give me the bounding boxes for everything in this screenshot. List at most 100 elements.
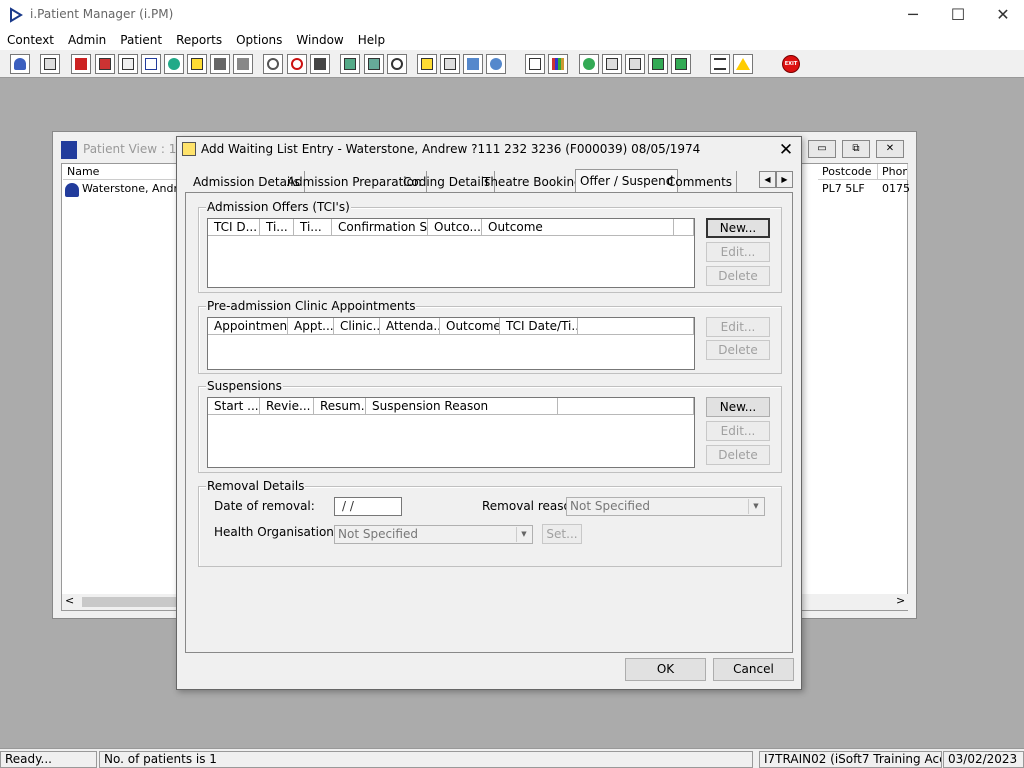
toolbar-check-4-icon[interactable] xyxy=(671,54,691,74)
admission-offer-new-button[interactable]: New... xyxy=(706,218,770,238)
column-header-outcome[interactable]: Outcome xyxy=(482,219,674,236)
toolbar-book-icon[interactable] xyxy=(71,54,91,74)
toolbar-page-icon[interactable] xyxy=(525,54,545,74)
column-header-spare[interactable] xyxy=(578,318,694,335)
toolbar-transport-icon[interactable] xyxy=(486,54,506,74)
patient-view-restore-button[interactable]: ⧉ xyxy=(842,140,870,158)
patient-row-postcode[interactable]: PL7 5LF xyxy=(822,182,865,195)
scroll-right-icon[interactable]: > xyxy=(896,594,905,607)
column-header-spare[interactable] xyxy=(674,219,694,236)
column-header-time-1[interactable]: Ti... xyxy=(260,219,294,236)
scroll-thumb[interactable] xyxy=(82,597,177,607)
column-header-name[interactable]: Name xyxy=(63,164,178,180)
suspensions-list[interactable]: Start ... Revie... Resum... Suspension R… xyxy=(207,397,695,468)
toolbar-transfer-icon[interactable] xyxy=(463,54,483,74)
column-header-review[interactable]: Revie... xyxy=(260,398,314,415)
toolbar-patient-icon[interactable] xyxy=(10,54,30,74)
column-header-spare[interactable] xyxy=(558,398,694,415)
maximize-button[interactable]: ☐ xyxy=(935,0,981,30)
column-header-confirmation-status[interactable]: Confirmation St... xyxy=(332,219,428,236)
menu-context[interactable]: Context xyxy=(0,30,61,50)
tab-scroll-left-icon[interactable]: ◀ xyxy=(759,171,776,188)
toolbar-waiting-list-icon[interactable] xyxy=(417,54,437,74)
tab-scroll-right-icon[interactable]: ▶ xyxy=(776,171,793,188)
column-header-suspension-reason[interactable]: Suspension Reason xyxy=(366,398,558,415)
column-header-attendance[interactable]: Attenda... xyxy=(380,318,440,335)
toolbar: EXIT xyxy=(0,50,1024,78)
patient-view-close-button[interactable]: ✕ xyxy=(876,140,904,158)
suspension-edit-button[interactable]: Edit... xyxy=(706,421,770,441)
close-app-button[interactable]: ✕ xyxy=(980,0,1024,30)
dialog-title: Add Waiting List Entry - Waterstone, And… xyxy=(201,142,701,156)
toolbar-globe-icon[interactable] xyxy=(579,54,599,74)
column-header-start[interactable]: Start ... xyxy=(208,398,260,415)
health-organisation-set-button[interactable]: Set... xyxy=(542,524,582,544)
cancel-button[interactable]: Cancel xyxy=(713,658,794,681)
column-header-phone[interactable]: Phon xyxy=(878,164,908,180)
menu-help[interactable]: Help xyxy=(351,30,392,50)
pre-admission-edit-button[interactable]: Edit... xyxy=(706,317,770,337)
column-header-tci-date[interactable]: TCI D... xyxy=(208,219,260,236)
toolbar-chart-icon[interactable] xyxy=(548,54,568,74)
toolbar-list-icon[interactable] xyxy=(210,54,230,74)
menu-reports[interactable]: Reports xyxy=(169,30,229,50)
suspension-delete-button[interactable]: Delete xyxy=(706,445,770,465)
toolbar-printer-icon[interactable] xyxy=(40,54,60,74)
admission-offer-delete-button[interactable]: Delete xyxy=(706,266,770,286)
column-header-appointment[interactable]: Appointment xyxy=(208,318,288,335)
toolbar-edit-icon[interactable] xyxy=(187,54,207,74)
tab-comments[interactable]: Comments xyxy=(663,171,738,193)
column-header-appt[interactable]: Appt... xyxy=(288,318,334,335)
app-logo-icon xyxy=(10,7,23,23)
toolbar-document-icon[interactable] xyxy=(118,54,138,74)
pre-admission-list[interactable]: Appointment Appt... Clinic... Attenda...… xyxy=(207,317,695,370)
column-header-outcome-short[interactable]: Outco... xyxy=(428,219,482,236)
admission-offers-list[interactable]: TCI D... Ti... Ti... Confirmation St... … xyxy=(207,218,695,288)
menubar: Context Admin Patient Reports Options Window H… xyxy=(0,30,1024,50)
exit-icon[interactable]: EXIT xyxy=(782,55,800,73)
minimize-button[interactable]: ─ xyxy=(890,0,936,30)
toolbar-monitor-icon[interactable] xyxy=(310,54,330,74)
toolbar-schedule-icon[interactable] xyxy=(364,54,384,74)
toolbar-review-icon[interactable] xyxy=(440,54,460,74)
menu-admin[interactable]: Admin xyxy=(61,30,113,50)
suspensions-label: Suspensions xyxy=(206,379,283,393)
chevron-down-icon[interactable]: ▼ xyxy=(748,499,763,514)
toolbar-check-1-icon[interactable] xyxy=(602,54,622,74)
toolbar-search-icon[interactable] xyxy=(263,54,283,74)
toolbar-swap-icon[interactable] xyxy=(710,54,730,74)
column-header-clinic[interactable]: Clinic... xyxy=(334,318,380,335)
menu-window[interactable]: Window xyxy=(289,30,350,50)
column-header-postcode[interactable]: Postcode xyxy=(818,164,878,180)
toolbar-calendar-icon[interactable] xyxy=(340,54,360,74)
column-header-outcome[interactable]: Outcome xyxy=(440,318,500,335)
admission-offer-edit-button[interactable]: Edit... xyxy=(706,242,770,262)
suspension-new-button[interactable]: New... xyxy=(706,397,770,417)
toolbar-clock-icon[interactable] xyxy=(287,54,307,74)
toolbar-m-icon[interactable] xyxy=(141,54,161,74)
column-header-time-2[interactable]: Ti... xyxy=(294,219,332,236)
toolbar-notes-icon[interactable] xyxy=(95,54,115,74)
menu-patient[interactable]: Patient xyxy=(113,30,169,50)
scroll-left-icon[interactable]: < xyxy=(65,594,74,607)
column-header-tci-datetime[interactable]: TCI Date/Ti... xyxy=(500,318,578,335)
health-organisation-value: Not Specified xyxy=(338,527,418,541)
date-of-removal-input[interactable]: / / xyxy=(334,497,402,516)
toolbar-person-icon[interactable] xyxy=(164,54,184,74)
toolbar-check-3-icon[interactable] xyxy=(648,54,668,74)
toolbar-dial-icon[interactable] xyxy=(387,54,407,74)
ok-button[interactable]: OK xyxy=(625,658,706,681)
toolbar-check-2-icon[interactable] xyxy=(625,54,645,74)
patient-row-name[interactable]: Waterstone, Andrew xyxy=(82,182,177,195)
patient-row-phone[interactable]: 0175 xyxy=(882,182,910,195)
chevron-down-icon[interactable]: ▼ xyxy=(516,527,531,542)
pre-admission-delete-button[interactable]: Delete xyxy=(706,340,770,360)
dialog-close-button[interactable]: ✕ xyxy=(775,139,797,161)
removal-reason-select[interactable]: Not Specified ▼ xyxy=(566,497,765,516)
patient-view-minimize-button[interactable]: ▭ xyxy=(808,140,836,158)
health-organisation-select[interactable]: Not Specified ▼ xyxy=(334,525,533,544)
toolbar-bed-icon[interactable] xyxy=(233,54,253,74)
menu-options[interactable]: Options xyxy=(229,30,289,50)
toolbar-warning-icon[interactable] xyxy=(733,54,753,74)
column-header-resume[interactable]: Resum... xyxy=(314,398,366,415)
